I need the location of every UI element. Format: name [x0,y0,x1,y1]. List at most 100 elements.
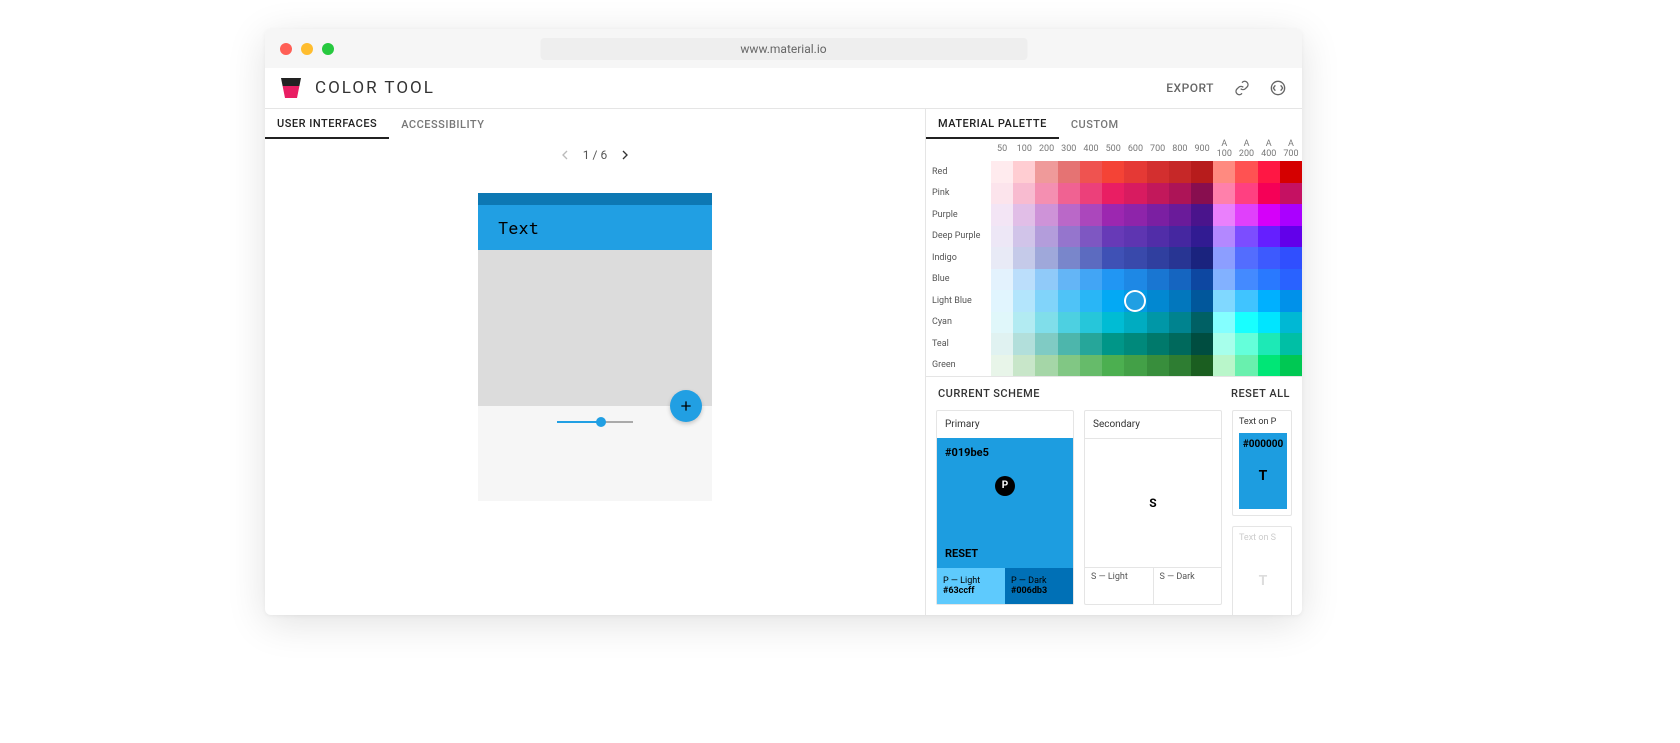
swatch[interactable] [991,312,1013,334]
swatch[interactable] [1147,204,1169,226]
swatch[interactable] [1258,290,1280,312]
swatch[interactable] [1147,333,1169,355]
swatch[interactable] [1102,333,1124,355]
swatch[interactable] [1124,226,1146,248]
chevron-right-icon[interactable] [617,147,633,163]
swatch[interactable] [1235,312,1257,334]
tab-accessibility[interactable]: ACCESSIBILITY [389,109,496,139]
swatch[interactable] [1235,161,1257,183]
swatch[interactable] [991,247,1013,269]
swatch[interactable] [1124,312,1146,334]
swatch[interactable] [1058,312,1080,334]
swatch[interactable] [991,226,1013,248]
swatch[interactable] [991,269,1013,291]
swatch[interactable] [1080,355,1102,377]
tab-custom[interactable]: CUSTOM [1059,109,1131,139]
swatch[interactable] [1235,269,1257,291]
codelab-icon[interactable] [1270,80,1286,96]
url-bar[interactable]: www.material.io [540,38,1027,60]
swatch[interactable] [1058,161,1080,183]
secondary-dark[interactable]: S — Dark [1154,568,1222,604]
swatch[interactable] [1035,183,1057,205]
swatch[interactable] [1280,290,1302,312]
swatch[interactable] [1213,226,1235,248]
swatch[interactable] [1235,183,1257,205]
swatch[interactable] [991,204,1013,226]
text-on-p-card[interactable]: Text on P #000000 T [1232,410,1292,516]
swatch[interactable] [1035,204,1057,226]
reset-all-button[interactable]: RESET ALL [1231,387,1290,400]
swatch[interactable] [1124,204,1146,226]
swatch[interactable] [1058,183,1080,205]
swatch[interactable] [1124,355,1146,377]
secondary-swatch[interactable]: S [1085,438,1221,568]
swatch[interactable] [1191,333,1213,355]
swatch[interactable] [1280,204,1302,226]
swatch[interactable] [1169,183,1191,205]
tab-material-palette[interactable]: MATERIAL PALETTE [926,109,1059,139]
swatch[interactable] [1035,269,1057,291]
swatch[interactable] [1258,247,1280,269]
swatch[interactable] [1213,247,1235,269]
swatch[interactable] [1280,312,1302,334]
swatch[interactable] [1102,290,1124,312]
chevron-left-icon[interactable] [557,147,573,163]
swatch[interactable] [1080,312,1102,334]
swatch[interactable] [1147,226,1169,248]
swatch[interactable] [1169,290,1191,312]
swatch[interactable] [1191,290,1213,312]
swatch[interactable] [1058,290,1080,312]
swatch[interactable] [1280,355,1302,377]
primary-reset-button[interactable]: RESET [945,529,978,560]
swatch[interactable] [1191,183,1213,205]
swatch[interactable] [1102,269,1124,291]
swatch[interactable] [1169,333,1191,355]
swatch[interactable] [1147,269,1169,291]
primary-dark[interactable]: P — Dark #006db3 [1005,568,1073,604]
swatch[interactable] [1013,226,1035,248]
swatch[interactable] [1058,355,1080,377]
swatch[interactable] [1013,333,1035,355]
swatch[interactable] [1235,333,1257,355]
swatch[interactable] [1191,312,1213,334]
close-icon[interactable] [280,43,292,55]
swatch[interactable] [1258,204,1280,226]
swatch[interactable] [1258,355,1280,377]
swatch[interactable] [991,183,1013,205]
swatch[interactable] [1124,247,1146,269]
swatch[interactable] [1058,333,1080,355]
swatch[interactable] [1035,290,1057,312]
swatch[interactable] [1235,290,1257,312]
swatch[interactable] [1147,312,1169,334]
swatch[interactable] [1102,355,1124,377]
slider-thumb[interactable] [596,417,606,427]
swatch[interactable] [1013,161,1035,183]
swatch[interactable] [1035,247,1057,269]
swatch[interactable] [1147,355,1169,377]
swatch[interactable] [1102,312,1124,334]
text-on-s-card[interactable]: Text on S T [1232,526,1292,615]
swatch[interactable] [1124,290,1146,312]
swatch[interactable] [1013,183,1035,205]
swatch[interactable] [1080,269,1102,291]
swatch[interactable] [1191,204,1213,226]
swatch[interactable] [1258,161,1280,183]
swatch[interactable] [1035,333,1057,355]
swatch[interactable] [1124,161,1146,183]
swatch[interactable] [1258,226,1280,248]
swatch[interactable] [1013,204,1035,226]
fab-button[interactable] [670,390,702,422]
swatch[interactable] [1213,312,1235,334]
swatch[interactable] [1124,269,1146,291]
swatch[interactable] [1080,247,1102,269]
swatch[interactable] [991,333,1013,355]
swatch[interactable] [1035,161,1057,183]
swatch[interactable] [1169,204,1191,226]
swatch[interactable] [1191,161,1213,183]
swatch[interactable] [1058,226,1080,248]
swatch[interactable] [1080,183,1102,205]
swatch[interactable] [1191,226,1213,248]
swatch[interactable] [1147,247,1169,269]
swatch[interactable] [1058,247,1080,269]
swatch[interactable] [991,161,1013,183]
